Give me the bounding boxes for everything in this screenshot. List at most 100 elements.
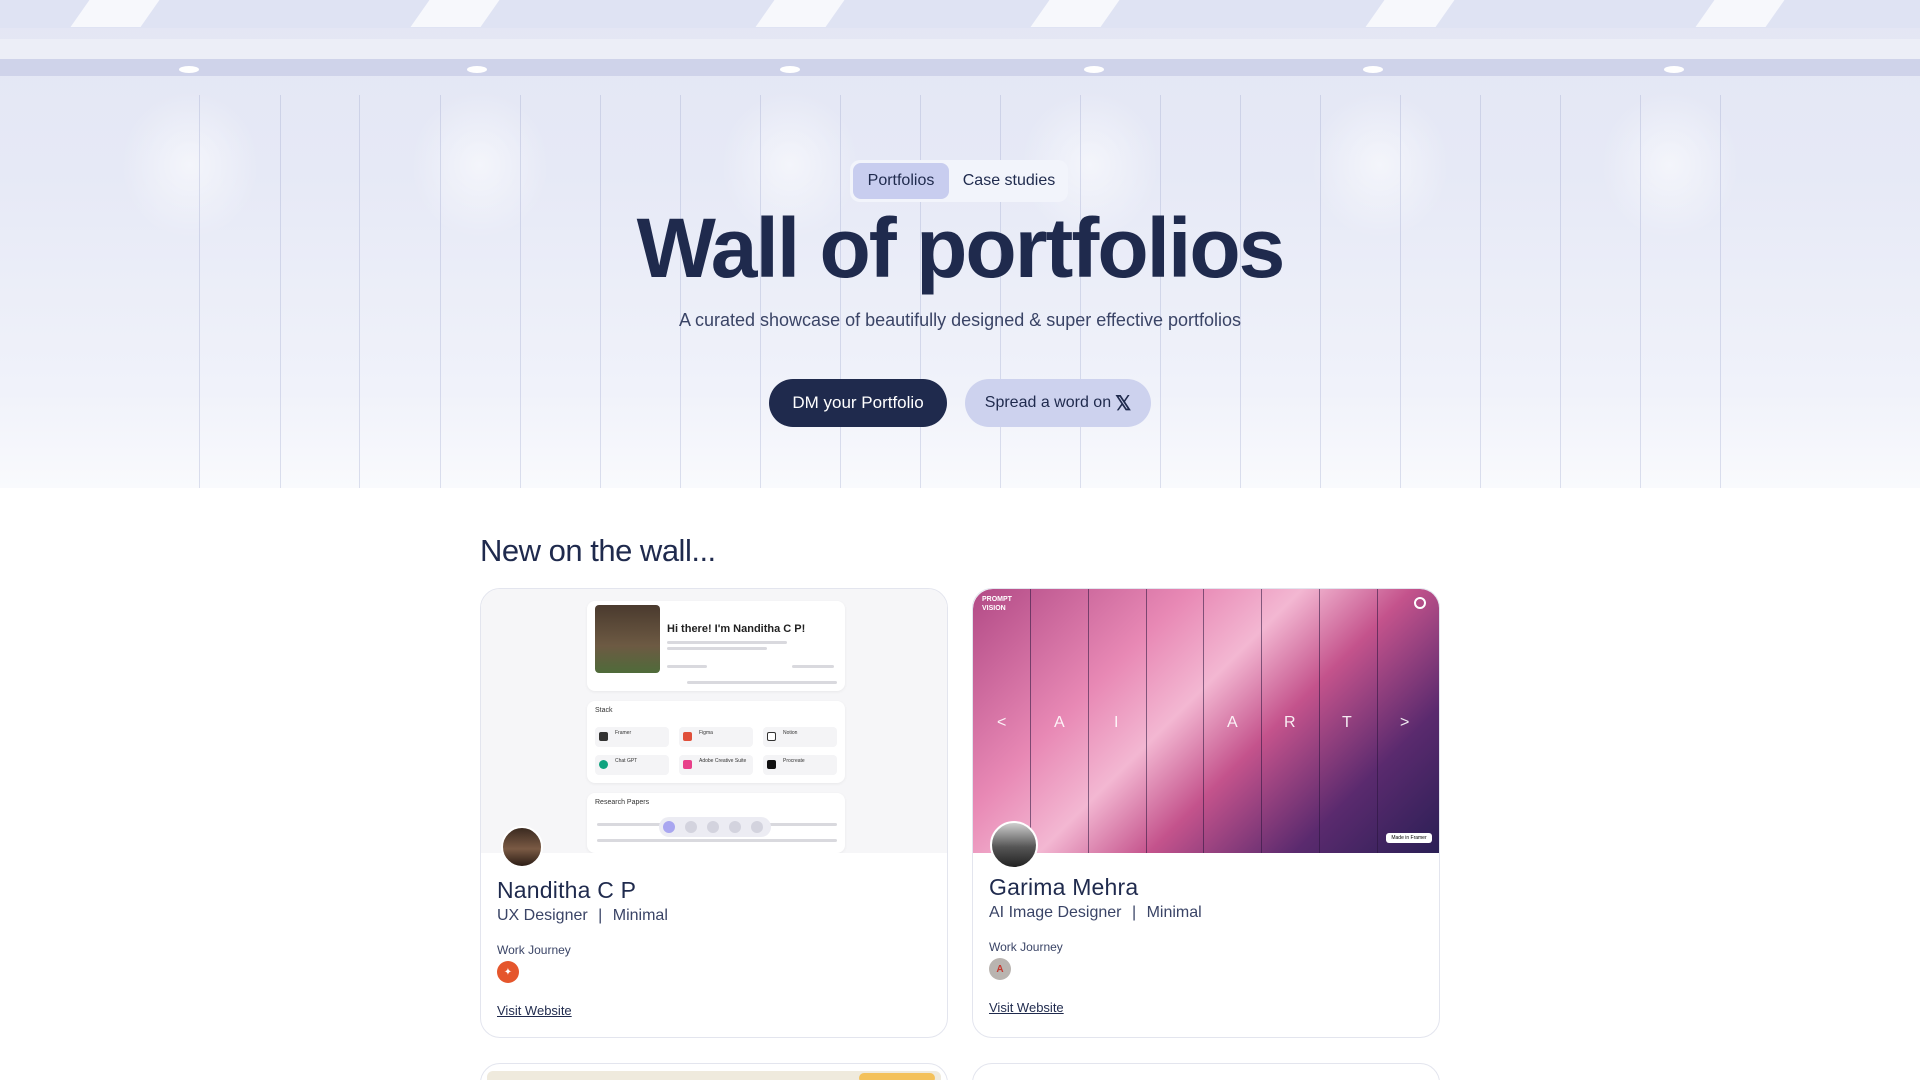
figma-icon [683,732,692,741]
designer-meta: AI Image Designer | Minimal [989,904,1202,922]
preview-hero-block: Hi there! I'm Nanditha C P! [587,601,845,691]
preview-tool-name: Chat GPT [615,758,638,764]
share-on-x-button[interactable]: Spread a word on 𝕏 [965,379,1151,427]
ceiling-rail [0,39,1920,59]
light-glow [1600,90,1740,240]
page-title: Wall of portfolios [636,201,1286,295]
x-logo-icon: 𝕏 [1115,392,1132,415]
preview-letter: I [1114,714,1119,731]
preview-tool-name: Adobe Creative Suite [699,758,747,764]
portfolio-card[interactable]: PROMPT VISION < A I A R T > Made in Fram… [972,588,1440,1038]
preview-tool-name: Framer [615,730,632,736]
preview-prev-arrow-icon: < [997,714,1007,731]
designer-name: Nanditha C P [497,877,637,903]
art-divider [1319,589,1320,853]
preview-mail-icon [751,821,763,833]
wall-panel-line [359,95,360,488]
art-divider [1146,589,1147,853]
preview-tool-name: Procreate [783,758,805,764]
wall-panel-line [1400,95,1401,488]
preview-tool-tile: Adobe Creative Suite [679,755,753,775]
art-divider [1377,589,1378,853]
art-divider [1203,589,1204,853]
dm-portfolio-label: DM your Portfolio [792,393,924,412]
avatar [501,826,543,868]
preview-text-line [667,665,707,668]
preview-tool-name: Figma [699,730,713,736]
portfolio-preview-image[interactable]: PROMPT VISION < A I A R T > Made in Fram… [973,589,1439,853]
preview-tool-tile: Framer [595,727,669,747]
tab-case-studies[interactable]: Case studies [953,163,1065,199]
portfolio-card[interactable] [972,1063,1440,1080]
preview-text-line [792,665,834,668]
portfolio-preview-image[interactable]: Hi there! I'm Nanditha C P! Stack Framer… [481,589,947,853]
preview-stack-block: Stack Framer Figma Notion Chat GPT Adobe… [587,701,845,783]
ceiling-lamp [1664,66,1684,73]
view-toggle: Portfolios Case studies [850,160,1068,202]
share-label: Spread a word on [984,394,1112,411]
ceiling-strip [0,0,1920,28]
light-glow [120,90,260,240]
preview-nav-icon [729,821,741,833]
portfolio-card[interactable]: Hi there! I'm Nanditha C P! Stack Framer… [480,588,948,1038]
page-subtitle: A curated showcase of beautifully design… [678,310,1241,330]
preview-stack-label: Stack [595,707,613,714]
portfolio-card[interactable] [480,1063,948,1080]
visit-website-link[interactable]: Visit Website [989,1000,1064,1015]
designer-style: Minimal [1146,904,1202,921]
preview-tool-tile: Procreate [763,755,837,775]
meta-separator: | [1131,904,1137,921]
preview-profile-photo [595,605,660,673]
portfolio-preview-image[interactable] [487,1071,941,1080]
preview-text-line [767,823,837,826]
preview-next-arrow-icon: > [1400,714,1410,731]
ceiling-lamp [780,66,800,73]
preview-nav-icon [707,821,719,833]
preview-menu-icon [1414,597,1426,609]
light-glow [410,90,550,240]
preview-tool-name: Notion [783,730,798,736]
preview-tool-tile: Chat GPT [595,755,669,775]
preview-text-line [667,647,767,650]
preview-nav-icon [685,821,697,833]
wall-panel-line [1480,95,1481,488]
framer-badge: Made in Framer [1386,833,1432,843]
wall-panel-line [440,95,441,488]
preview-greeting: Hi there! I'm Nanditha C P! [667,623,806,635]
preview-nav-dock [659,817,771,837]
preview-text-line [667,641,787,644]
preview-research-label: Research Papers [595,799,650,806]
tab-portfolios[interactable]: Portfolios [853,163,949,199]
wall-panel-line [1640,95,1641,488]
preview-letter: R [1284,714,1296,731]
art-divider [1030,589,1031,853]
designer-role: AI Image Designer [989,904,1122,921]
meta-separator: | [598,907,603,924]
avatar [990,821,1038,869]
ceiling-lamp [179,66,199,73]
company-logo-icon: ✦ [497,961,519,983]
chatgpt-icon [599,760,608,769]
preview-letter: A [1054,714,1065,731]
preview-tool-tile: Figma [679,727,753,747]
preview-tool-tile: Notion [763,727,837,747]
visit-website-link[interactable]: Visit Website [497,1003,572,1018]
art-divider [1088,589,1089,853]
preview-letter: T [1342,714,1352,731]
framer-icon [599,732,608,741]
notion-icon [767,732,776,741]
ceiling-lamp [1363,66,1383,73]
wall-panel-line [1560,95,1561,488]
wall-panel-line [199,95,200,488]
preview-text-line [687,681,837,684]
ceiling-rail [0,59,1920,76]
preview-text-line [597,823,667,826]
preview-brand: PROMPT VISION [982,596,1012,612]
work-journey-label: Work Journey [989,940,1063,954]
dm-portfolio-button[interactable]: DM your Portfolio [769,379,947,427]
designer-meta: UX Designer | Minimal [497,907,668,925]
designer-role: UX Designer [497,907,588,924]
section-title: New on the wall... [480,533,716,568]
work-journey-label: Work Journey [497,943,571,957]
hero-section: Portfolios Case studies Wall of portfoli… [0,0,1920,488]
